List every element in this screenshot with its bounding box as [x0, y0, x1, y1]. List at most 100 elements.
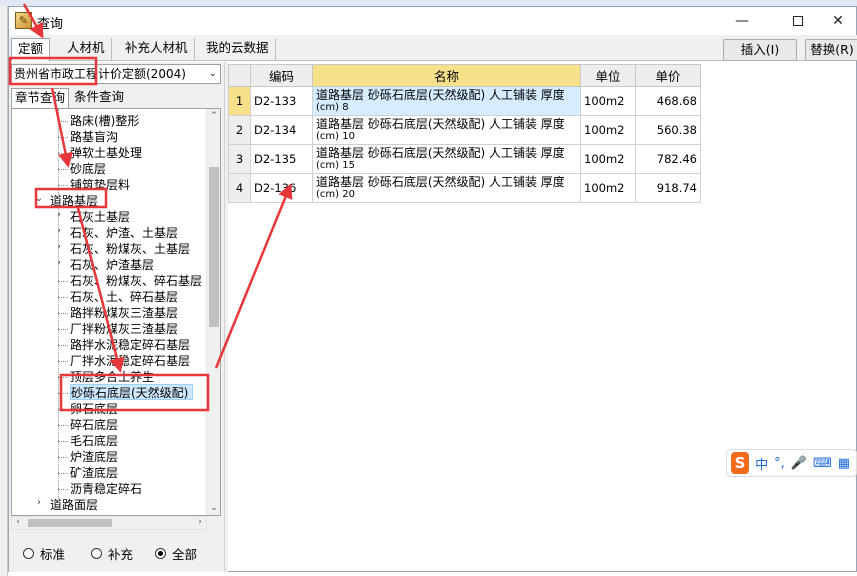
tree-item[interactable]: 石灰、炉渣、土基层 [70, 225, 178, 241]
chevron-right-icon[interactable]: › [54, 209, 64, 220]
grid-header-unit[interactable]: 单位 [580, 64, 636, 87]
cell-unit: 100m2 [580, 173, 636, 203]
tree-item[interactable]: 砂底层 [70, 161, 106, 177]
insert-button[interactable]: 插入(I) [723, 39, 797, 61]
tree-connector [58, 409, 68, 410]
grid-header-price[interactable]: 单价 [635, 64, 701, 87]
tree-connector [58, 377, 68, 378]
scroll-left-icon[interactable]: ‹ [12, 517, 24, 527]
tree-item[interactable]: 厂拌粉煤灰三渣基层 [70, 321, 178, 337]
quota-library-value: 贵州省市政工程计价定额(2004) [14, 67, 186, 81]
tree-item[interactable]: 卵石底层 [70, 401, 118, 417]
cell-code: D2-136 [250, 173, 313, 203]
tree-item[interactable]: 矿渣底层 [70, 465, 118, 481]
replace-button[interactable]: 替换(R) [805, 39, 857, 61]
scroll-down-icon[interactable]: ⌄ [207, 503, 220, 513]
background-window-edge [0, 0, 8, 576]
minimize-button[interactable]: — [719, 7, 765, 35]
tree-item[interactable]: 路拌粉煤灰三渣基层 [70, 305, 178, 321]
tree-item[interactable]: 路基盲沟 [70, 129, 118, 145]
sogou-logo-icon[interactable]: S [731, 452, 750, 474]
grid-header-code[interactable]: 编码 [250, 64, 313, 87]
tree-horizontal-scrollbar[interactable]: ‹ › [11, 516, 207, 530]
quota-grid: 编码 名称 单位 单价 1 D2-133 道路基层 砂砾石底层(天然级配) 人工… [228, 64, 701, 203]
table-row[interactable]: 4 D2-136 道路基层 砂砾石底层(天然级配) 人工铺装 厚度 (cm) 20… [228, 173, 701, 203]
row-number: 1 [228, 86, 251, 116]
radio-dot [23, 548, 34, 559]
tree-connector [58, 185, 68, 186]
ime-toolbar: S 中 °, 🎤 ⌨ ▦ [726, 449, 857, 477]
cell-code: D2-133 [250, 86, 313, 116]
tree-item[interactable]: 弹软土基处理 [70, 145, 142, 161]
tree-item[interactable]: 碎石底层 [70, 417, 118, 433]
maximize-icon [793, 16, 803, 26]
radio-supplement[interactable]: 补充 [91, 544, 133, 563]
tree-connector [58, 313, 68, 314]
grid-header-name[interactable]: 名称 [312, 64, 581, 87]
close-button[interactable]: ✕ [815, 7, 857, 35]
row-number: 4 [228, 173, 251, 203]
tree-item[interactable]: 沥青稳定碎石 [70, 481, 142, 497]
tab-quota[interactable]: 定额 [11, 38, 51, 61]
chevron-down-icon[interactable]: ⌄ [34, 193, 44, 204]
cell-name: 道路基层 砂砾石底层(天然级配) 人工铺装 厚度 (cm) 20 [312, 173, 581, 203]
table-row[interactable]: 2 D2-134 道路基层 砂砾石底层(天然级配) 人工铺装 厚度 (cm) 10… [228, 115, 701, 145]
grid-header-row: 编码 名称 单位 单价 [228, 64, 701, 87]
tree-item[interactable]: 路拌水泥稳定碎石基层 [70, 337, 190, 353]
microphone-icon[interactable]: 🎤 [791, 456, 807, 471]
tab-supplement-lmm[interactable]: 补充人材机 [119, 38, 195, 60]
table-row[interactable]: 3 D2-135 道路基层 砂砾石底层(天然级配) 人工铺装 厚度 (cm) 15… [228, 144, 701, 174]
chevron-down-icon: ⌄ [208, 68, 217, 79]
tab-chapter-query[interactable]: 章节查询 [11, 88, 70, 108]
cell-name: 道路基层 砂砾石底层(天然级配) 人工铺装 厚度 (cm) 15 [312, 144, 581, 174]
scroll-up-icon[interactable]: ⌃ [207, 111, 220, 121]
row-number: 2 [228, 115, 251, 145]
chevron-right-icon[interactable]: › [54, 257, 64, 268]
table-row[interactable]: 1 D2-133 道路基层 砂砾石底层(天然级配) 人工铺装 厚度 (cm) 8 … [228, 86, 701, 116]
tree-item[interactable]: 顶层多合土养生 [70, 369, 154, 385]
scroll-right-icon[interactable]: › [194, 517, 206, 527]
tree-item[interactable]: 石灰、粉煤灰、碎石基层 [70, 273, 202, 289]
tree-connector [58, 329, 68, 330]
tab-labor-material-machine[interactable]: 人材机 [61, 38, 112, 60]
tree-item[interactable]: 路床(槽)整形 [70, 113, 139, 129]
tree-connector [58, 281, 68, 282]
tree-item[interactable]: 厂拌水泥稳定碎石基层 [70, 353, 190, 369]
keyboard-icon[interactable]: ⌨ [813, 456, 832, 471]
radio-standard[interactable]: 标准 [23, 544, 65, 563]
tree-connector [58, 473, 68, 474]
radio-all[interactable]: 全部 [155, 544, 197, 563]
tree-item[interactable]: 炉渣底层 [70, 449, 118, 465]
top-tab-bar: 定额 人材机 补充人材机 我的云数据 插入(I) 替换(R) [9, 35, 857, 61]
tree-item[interactable]: 砂砾石底层(天然级配) [70, 384, 194, 400]
tree-connector [58, 121, 68, 122]
chevron-right-icon[interactable]: › [34, 497, 44, 508]
tree-connector [58, 393, 68, 394]
tree-connector [58, 489, 68, 490]
tree-connector [58, 425, 68, 426]
quota-library-select[interactable]: 贵州省市政工程计价定额(2004) ⌄ [11, 64, 221, 84]
tree-item[interactable]: 石灰土基层 [70, 209, 130, 225]
cell-name: 道路基层 砂砾石底层(天然级配) 人工铺装 厚度 (cm) 10 [312, 115, 581, 145]
ime-punct-toggle[interactable]: °, [774, 456, 785, 471]
tab-condition-query[interactable]: 条件查询 [71, 88, 127, 108]
app-icon: ✎ [15, 12, 32, 29]
tree-item[interactable]: 石灰、粉煤灰、土基层 [70, 241, 190, 257]
tree-item[interactable]: 石灰、炉渣基层 [70, 257, 154, 273]
grid-icon[interactable]: ▦ [838, 456, 850, 471]
tab-my-cloud-data[interactable]: 我的云数据 [200, 38, 276, 60]
ime-mode-toggle[interactable]: 中 [755, 454, 768, 473]
tree-vertical-scrollbar[interactable]: ⌃ ⌄ [206, 109, 220, 515]
tree-item[interactable]: 铺筑垫层料 [70, 177, 130, 193]
title-bar: ✎ 查询 — ✕ [9, 7, 856, 35]
chevron-right-icon[interactable]: › [54, 241, 64, 252]
query-dialog: ✎ 查询 — ✕ 定额 人材机 补充人材机 我的云数据 插入(I) 替换(R) … [8, 6, 857, 572]
hscroll-thumb[interactable] [28, 519, 112, 527]
left-pane: 贵州省市政工程计价定额(2004) ⌄ 章节查询 条件查询 ⌃ ⌄ 路床(槽)整… [9, 62, 224, 572]
radio-dot [91, 548, 102, 559]
chevron-right-icon[interactable]: › [54, 225, 64, 236]
tree-item[interactable]: 毛石底层 [70, 433, 118, 449]
scroll-thumb[interactable] [209, 167, 219, 327]
row-number: 3 [228, 144, 251, 174]
tree-item[interactable]: 石灰、土、碎石基层 [70, 289, 178, 305]
